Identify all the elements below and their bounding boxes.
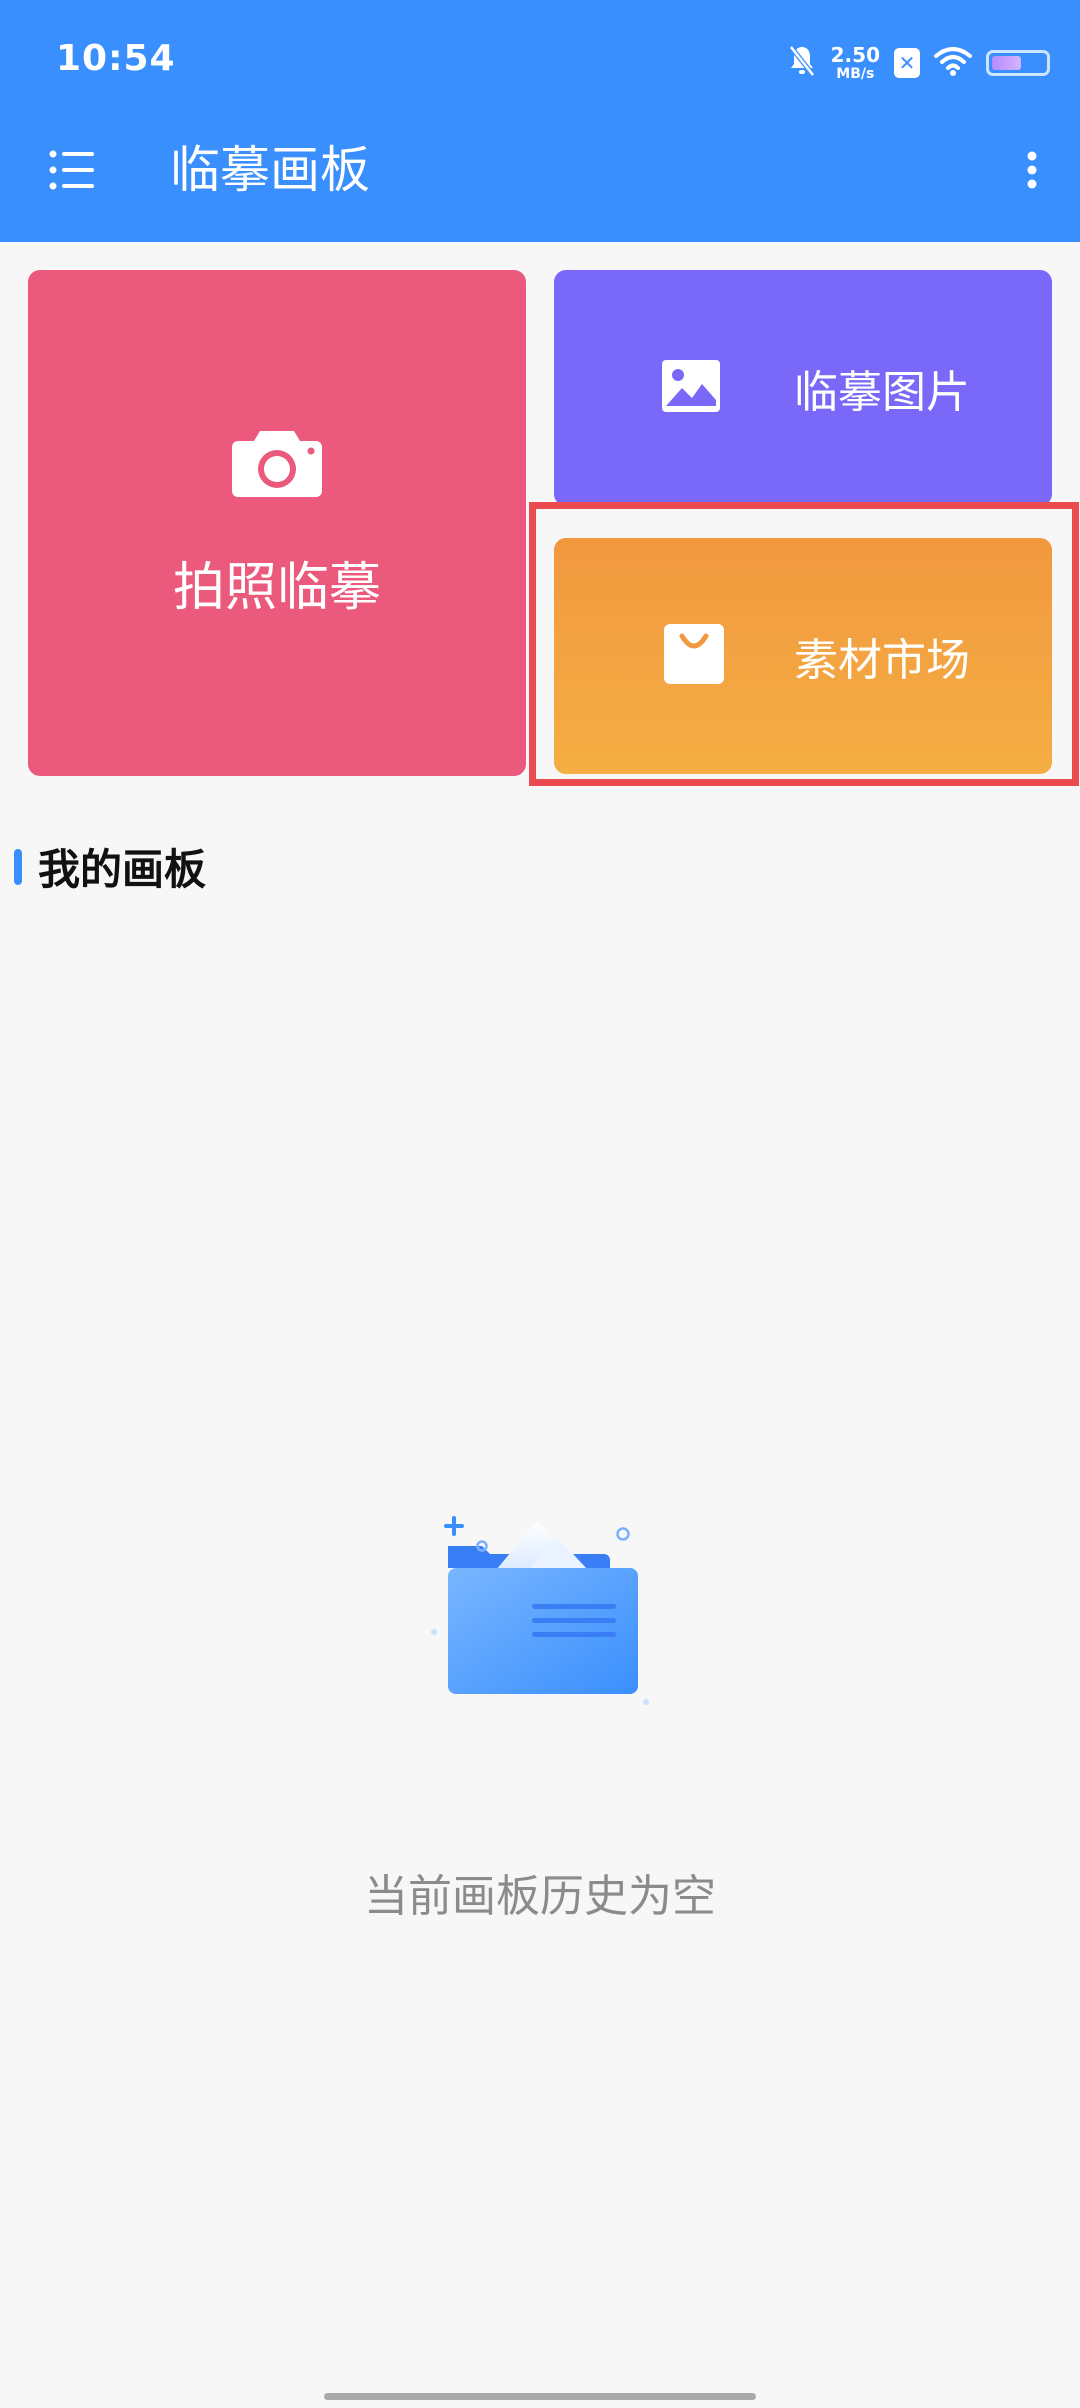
empty-folder-icon	[420, 1510, 660, 1714]
sim-status-icon: ✕	[894, 48, 920, 78]
network-speed-unit: MB/s	[836, 66, 875, 82]
menu-button[interactable]	[48, 146, 96, 194]
network-speed-value: 2.50	[830, 43, 880, 67]
network-speed: 2.50 MB/s	[831, 45, 880, 81]
battery-icon	[986, 50, 1050, 76]
section-accent-bar	[14, 848, 22, 885]
image-trace-card[interactable]: 临摹图片	[554, 270, 1052, 506]
battery-level	[992, 56, 1021, 70]
my-boards-section-header: 我的画板	[14, 836, 206, 897]
status-time: 10:54	[56, 38, 176, 79]
photo-trace-label: 拍照临摹	[172, 557, 381, 618]
camera-icon	[230, 427, 324, 503]
highlight-box	[529, 502, 1079, 786]
photo-trace-card[interactable]: 拍照临摹	[28, 270, 526, 776]
image-trace-label: 临摹图片	[794, 367, 970, 418]
more-options-button[interactable]	[1020, 150, 1044, 190]
app-title: 临摹画板	[170, 141, 370, 199]
image-icon	[662, 360, 720, 416]
bell-muted-icon	[787, 44, 817, 82]
home-indicator[interactable]	[324, 2393, 756, 2400]
app-header: 10:54 2.50 MB/s ✕ 临摹画板	[0, 0, 1080, 242]
more-vert-icon	[1027, 151, 1037, 189]
list-menu-icon	[49, 150, 94, 190]
section-title: 我的画板	[38, 845, 207, 894]
empty-state-message: 当前画板历史为空	[364, 1871, 716, 1922]
wifi-icon	[934, 46, 972, 80]
status-icons: 2.50 MB/s ✕	[787, 40, 1050, 86]
